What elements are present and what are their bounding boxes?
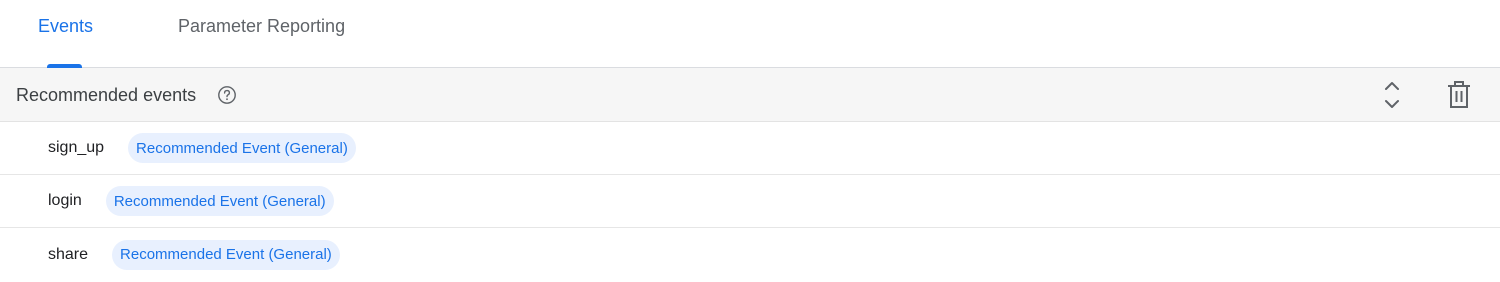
event-name: login: [48, 192, 82, 209]
tab-events-label: Events: [38, 15, 94, 36]
section-header: Recommended events: [0, 68, 1500, 122]
unfold-more-icon[interactable]: [1380, 79, 1404, 111]
tab-parameter-reporting-label: Parameter Reporting: [178, 15, 346, 36]
tab-parameter-reporting[interactable]: Parameter Reporting: [178, 0, 345, 60]
event-list: sign_up Recommended Event (General) logi…: [0, 122, 1500, 281]
event-type-chip: Recommended Event (General): [128, 133, 356, 163]
event-row[interactable]: login Recommended Event (General): [0, 175, 1500, 228]
tab-events[interactable]: Events: [38, 0, 93, 60]
tab-bar: Events Parameter Reporting: [0, 0, 1500, 68]
event-type-chip: Recommended Event (General): [112, 239, 340, 270]
event-name: sign_up: [48, 139, 105, 156]
help-circle-icon[interactable]: [217, 85, 237, 105]
event-type-chip: Recommended Event (General): [105, 186, 334, 216]
trash-icon[interactable]: [1446, 80, 1472, 110]
event-row[interactable]: share Recommended Event (General): [0, 228, 1500, 281]
event-name: share: [48, 245, 89, 263]
event-row[interactable]: sign_up Recommended Event (General): [0, 122, 1500, 175]
section-title: Recommended events: [16, 84, 197, 105]
